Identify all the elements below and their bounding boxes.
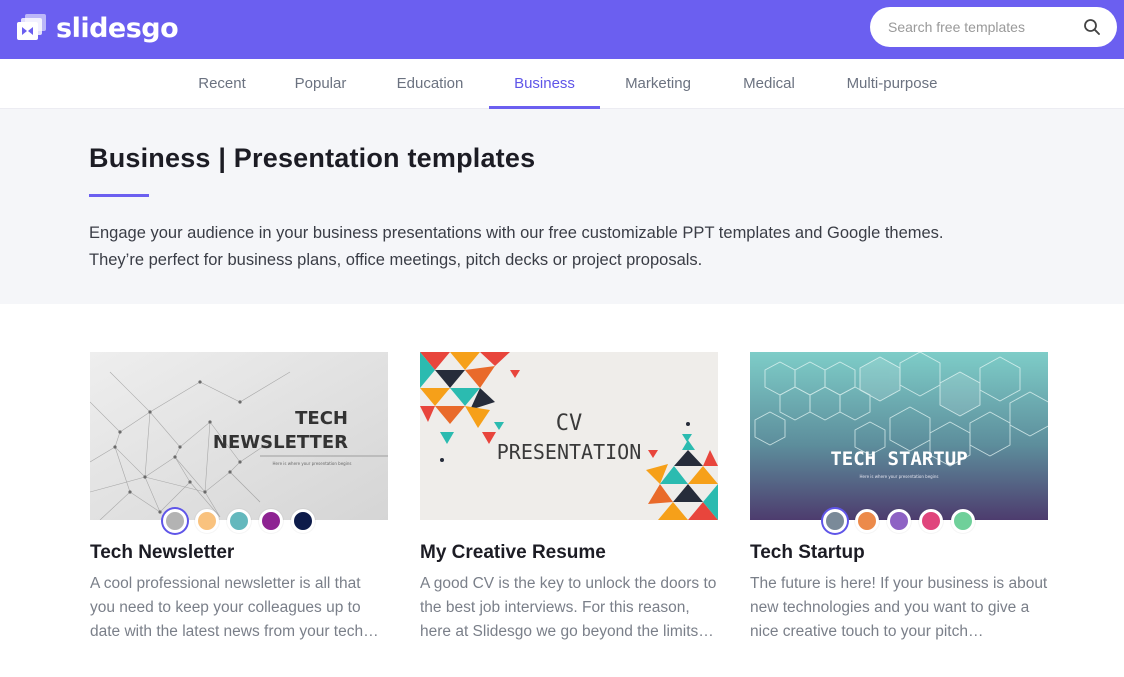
card-title[interactable]: Tech Newsletter	[90, 542, 234, 564]
tab-education[interactable]: Education	[383, 59, 477, 109]
brand-name: slidesgo	[56, 12, 179, 44]
color-variants	[750, 509, 1048, 535]
card-title[interactable]: Tech Startup	[750, 542, 865, 564]
color-swatch[interactable]	[195, 509, 219, 533]
tab-medical[interactable]: Medical	[729, 59, 809, 109]
search-icon[interactable]	[1083, 18, 1101, 36]
thumbnail-title-line-1: TECH	[295, 408, 348, 429]
tab-business[interactable]: Business	[489, 59, 600, 109]
top-bar: slidesgo	[0, 0, 1124, 59]
tab-recent[interactable]: Recent	[185, 59, 259, 109]
card-title[interactable]: My Creative Resume	[420, 542, 606, 564]
card-description: The future is here! If your business is …	[750, 575, 1048, 640]
template-card[interactable]: TECH STARTUP Here is where your presenta…	[750, 352, 1048, 640]
template-thumbnail[interactable]: TECH STARTUP Here is where your presenta…	[750, 352, 1048, 520]
thumbnail-title: TECH STARTUP	[830, 448, 967, 470]
color-swatch[interactable]	[919, 509, 943, 533]
color-variants	[90, 509, 388, 535]
slidesgo-logo[interactable]: slidesgo	[16, 11, 179, 45]
template-card[interactable]: TECH NEWSLETTER Here is where your prese…	[90, 352, 388, 640]
template-thumbnail[interactable]: CV PRESENTATION	[420, 352, 718, 520]
tab-popular[interactable]: Popular	[283, 59, 358, 109]
thumbnail-subtitle: Here is where your presentation begins	[860, 474, 939, 479]
card-description: A cool professional newsletter is all th…	[90, 575, 379, 640]
thumbnail-subtitle: Here is where your presentation begins	[273, 461, 352, 466]
intro-description: Engage your audience in your business pr…	[89, 220, 1029, 274]
color-swatch[interactable]	[227, 509, 251, 533]
color-swatch[interactable]	[951, 509, 975, 533]
color-swatch[interactable]	[163, 509, 187, 533]
intro-description-line-2: They’re perfect for business plans, offi…	[89, 251, 703, 269]
title-underline	[89, 194, 149, 197]
category-nav: Recent Popular Education Business Market…	[0, 59, 1124, 109]
color-swatch[interactable]	[855, 509, 879, 533]
slides-logo-icon	[16, 12, 48, 44]
search-box	[870, 7, 1117, 47]
thumbnail-title-line-1: CV	[556, 411, 583, 436]
color-swatch[interactable]	[823, 509, 847, 533]
card-description: A good CV is the key to unlock the doors…	[420, 575, 717, 640]
template-thumbnail[interactable]: TECH NEWSLETTER Here is where your prese…	[90, 352, 388, 520]
intro-section: Business | Presentation templates Engage…	[0, 109, 1124, 304]
template-card[interactable]: CV PRESENTATION My Creative Resume A goo…	[420, 352, 718, 640]
color-swatch[interactable]	[887, 509, 911, 533]
color-swatch[interactable]	[291, 509, 315, 533]
thumbnail-title-line-2: PRESENTATION	[497, 440, 642, 464]
tab-marketing[interactable]: Marketing	[612, 59, 704, 109]
search-input[interactable]	[888, 17, 1078, 37]
intro-description-line-1: Engage your audience in your business pr…	[89, 224, 944, 242]
thumbnail-title-line-2: NEWSLETTER	[213, 432, 348, 453]
color-swatch[interactable]	[259, 509, 283, 533]
page-title: Business | Presentation templates	[89, 143, 536, 173]
tab-multi-purpose[interactable]: Multi-purpose	[833, 59, 951, 109]
